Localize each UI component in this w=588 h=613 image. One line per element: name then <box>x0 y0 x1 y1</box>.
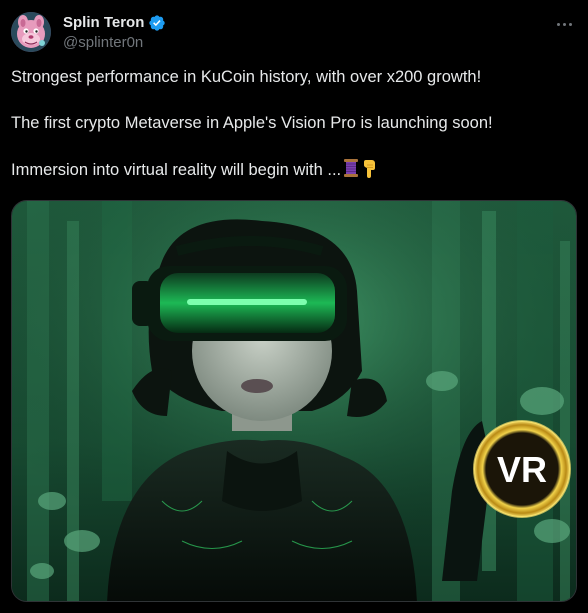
tweet-line-1: Strongest performance in KuCoin history,… <box>11 68 482 86</box>
tweet-text: Strongest performance in KuCoin history,… <box>11 66 577 208</box>
spool-of-thread-emoji-icon <box>342 158 360 185</box>
display-name[interactable]: Splin Teron <box>63 13 144 33</box>
tweet-media-image[interactable]: VR <box>11 200 577 602</box>
tweet-line-3-text: Immersion into virtual reality will begi… <box>11 161 342 179</box>
tweet-line-2: The first crypto Metaverse in Apple's Vi… <box>11 114 493 132</box>
author-handle[interactable]: @splinter0n <box>63 33 143 53</box>
more-options-icon[interactable] <box>554 14 574 34</box>
backhand-index-pointing-down-emoji-icon <box>361 158 379 185</box>
pink-panther-avatar-icon <box>11 12 51 52</box>
avatar[interactable] <box>11 12 51 52</box>
author-name-row[interactable]: Splin Teron <box>63 13 166 33</box>
vr-badge-text: VR <box>497 449 547 490</box>
verified-badge-icon <box>148 14 166 32</box>
tweet-line-3: Immersion into virtual reality will begi… <box>11 158 577 185</box>
tweet-card[interactable]: Splin Teron @splinter0n Strongest perfor… <box>0 0 588 613</box>
vr-headset-woman-illustration-icon: VR <box>12 201 576 601</box>
